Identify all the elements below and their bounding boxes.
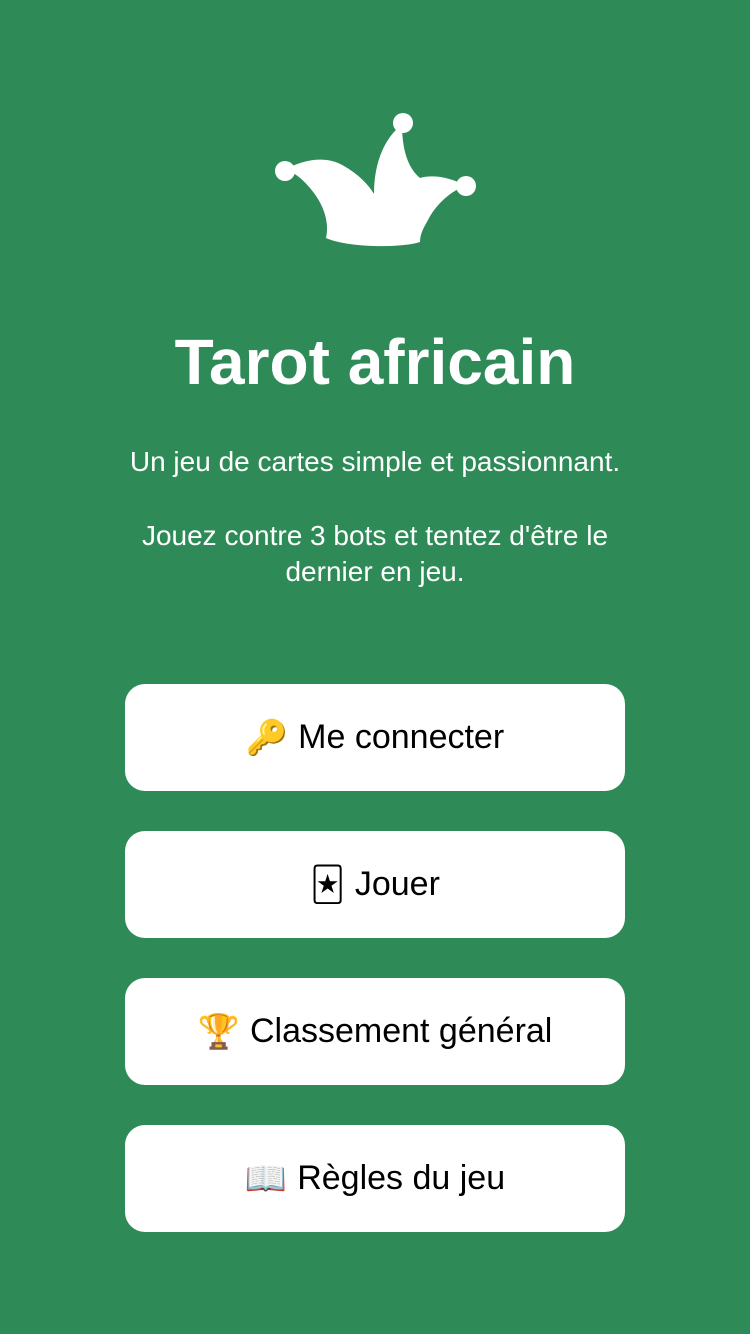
joker-card-icon: 🃏 xyxy=(310,865,345,904)
key-icon: 🔑 xyxy=(245,718,289,757)
rules-button[interactable]: 📖 Règles du jeu xyxy=(125,1125,625,1232)
tagline: Un jeu de cartes simple et passionnant. xyxy=(129,446,621,477)
play-button-label: Jouer xyxy=(354,865,440,903)
login-button-label: Me connecter xyxy=(298,718,505,756)
intro-text: Un jeu de cartes simple et passionnant. … xyxy=(95,444,655,590)
main-menu: 🔑 Me connecter 🃏 Jouer 🏆 Classement géné… xyxy=(125,684,625,1272)
leaderboard-button-label: Classement général xyxy=(249,1012,553,1050)
leaderboard-button[interactable]: 🏆 Classement général xyxy=(125,978,625,1085)
page-title: Tarot africain xyxy=(174,326,576,398)
jester-hat-icon xyxy=(275,113,476,247)
play-button[interactable]: 🃏 Jouer xyxy=(125,831,625,938)
description: Jouez contre 3 bots et tentez d'être le … xyxy=(141,520,609,587)
trophy-icon: 🏆 xyxy=(197,1012,240,1051)
rules-button-label: Règles du jeu xyxy=(297,1159,506,1197)
login-button[interactable]: 🔑 Me connecter xyxy=(125,684,625,791)
book-icon: 📖 xyxy=(244,1159,288,1198)
